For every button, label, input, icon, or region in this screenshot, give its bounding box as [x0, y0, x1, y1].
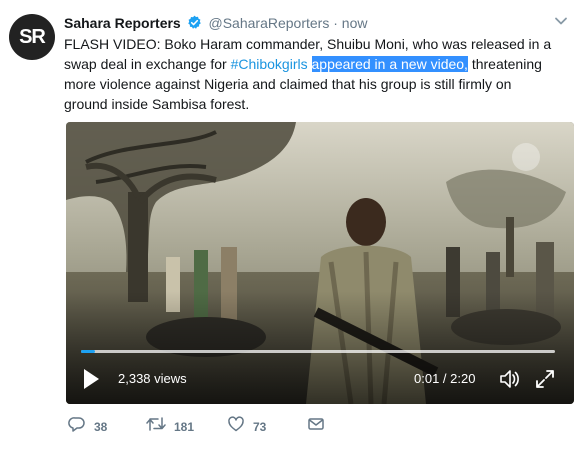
tweet-header: Sahara Reporters @SaharaReporters · now: [64, 14, 367, 34]
tweet-text-space: [308, 56, 312, 72]
hashtag-link[interactable]: #Chibokgirls: [231, 56, 308, 72]
retweet-icon: [146, 415, 166, 438]
retweet-button[interactable]: 181: [146, 415, 194, 438]
reply-count: 38: [94, 419, 108, 434]
author-handle[interactable]: @SaharaReporters: [209, 15, 330, 31]
tweet-card[interactable]: SR Sahara Reporters @SaharaReporters · n…: [0, 0, 588, 451]
like-button[interactable]: 73: [227, 415, 266, 438]
chevron-down-icon[interactable]: [554, 14, 568, 33]
direct-message-button[interactable]: [307, 415, 325, 438]
avatar-initials: SR: [19, 25, 46, 48]
fullscreen-icon[interactable]: [534, 368, 556, 395]
reply-button[interactable]: 38: [68, 415, 107, 438]
avatar[interactable]: SR: [9, 14, 55, 60]
view-count: 2,338 views: [118, 371, 187, 386]
play-icon[interactable]: [82, 368, 100, 395]
like-icon: [227, 415, 245, 438]
author-name[interactable]: Sahara Reporters: [64, 15, 181, 31]
volume-icon[interactable]: [498, 368, 520, 395]
verified-badge-icon: [187, 15, 202, 34]
video-controls: 2,338 views 0:01 / 2:20: [66, 364, 574, 404]
like-count: 73: [253, 419, 267, 434]
separator-dot: ·: [333, 15, 338, 31]
tweet-timestamp[interactable]: now: [342, 15, 368, 31]
video-duration: 0:01 / 2:20: [414, 371, 476, 386]
reply-icon: [68, 415, 86, 438]
video-progress-bar[interactable]: [81, 350, 555, 353]
retweet-count: 181: [174, 419, 195, 434]
selected-text: appeared in a new video,: [311, 56, 468, 72]
video-frame: [66, 122, 574, 404]
video-player[interactable]: 2,338 views 0:01 / 2:20: [66, 122, 574, 404]
tweet-actions: 38 181 73: [64, 415, 564, 439]
direct-message-icon: [307, 415, 325, 438]
video-progress-fill: [81, 350, 96, 353]
tweet-text: FLASH VIDEO: Boko Haram commander, Shuib…: [64, 34, 554, 114]
